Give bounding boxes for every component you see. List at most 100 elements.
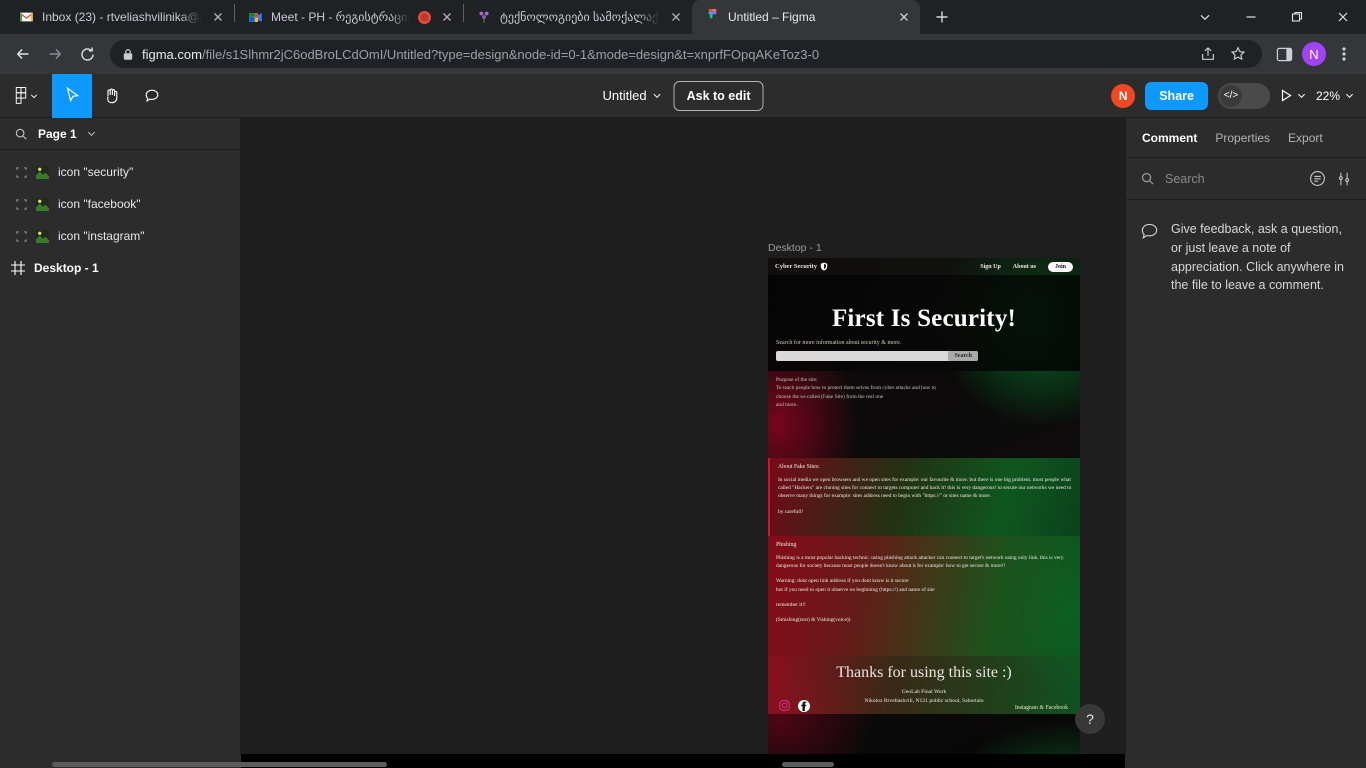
close-icon[interactable] bbox=[1320, 0, 1366, 34]
site-phishing-remember: remember it!! bbox=[776, 602, 806, 608]
chevron-down-icon bbox=[87, 129, 96, 138]
figma-canvas[interactable]: Desktop - 1 Cyber Security Sign Up About… bbox=[241, 118, 1125, 754]
filter-list-icon[interactable] bbox=[1309, 170, 1326, 187]
close-icon[interactable] bbox=[896, 9, 912, 25]
tab-properties[interactable]: Properties bbox=[1215, 131, 1270, 145]
scrollbar-thumb-right[interactable] bbox=[782, 762, 834, 767]
browser-tab-gmail[interactable]: Inbox (23) - rtveliashvilinika@gmail.com bbox=[6, 0, 234, 34]
site-thanks-heading: Thanks for using this site :) bbox=[836, 663, 1012, 681]
browser-tab-technologies[interactable]: ტექნოლოგიები სამოქალაქ bbox=[464, 0, 692, 34]
site-phishing-body: Phishing is a most popular hacking techn… bbox=[776, 554, 1064, 569]
share-button[interactable]: Share bbox=[1145, 81, 1208, 110]
figma-icon bbox=[704, 9, 720, 25]
search-icon[interactable] bbox=[14, 127, 28, 141]
page-selector[interactable]: Page 1 bbox=[0, 118, 240, 150]
chevron-down-icon bbox=[1345, 91, 1354, 100]
cursor-icon bbox=[65, 87, 80, 104]
tab-title: Untitled – Figma bbox=[728, 10, 816, 24]
browser-tab-meet[interactable]: Meet - PH - რეგისტრაცია bbox=[235, 0, 463, 34]
layers-panel: Page 1 icon "security" icon "facebook" i… bbox=[0, 118, 241, 754]
comment-tool-button[interactable] bbox=[132, 74, 172, 118]
sliders-icon[interactable] bbox=[1336, 171, 1352, 187]
site-phishing-title: Phishing bbox=[776, 541, 797, 548]
present-button[interactable] bbox=[1280, 89, 1306, 102]
tab-strip: Inbox (23) - rtveliashvilinika@gmail.com… bbox=[0, 0, 1366, 34]
horizontal-scrollbar[interactable] bbox=[0, 754, 1366, 768]
new-tab-button[interactable] bbox=[928, 3, 956, 31]
figma-menu-button[interactable] bbox=[0, 74, 52, 118]
comment-bubble-icon bbox=[1140, 222, 1159, 295]
share-icon[interactable] bbox=[1194, 40, 1222, 68]
artboard-desktop-1[interactable]: Cyber Security Sign Up About us Join Fir… bbox=[768, 258, 1080, 754]
file-name-label: Untitled bbox=[602, 88, 647, 103]
ask-to-edit-button[interactable]: Ask to edit bbox=[673, 80, 764, 111]
instagram-icon[interactable] bbox=[779, 700, 790, 711]
site-phishing-warning-line1: Warning: dont open link address if you d… bbox=[776, 578, 909, 585]
comment-search-input[interactable]: Search bbox=[1165, 172, 1299, 186]
layer-name: icon "instagram" bbox=[58, 229, 145, 243]
site-search-button[interactable]: Search bbox=[948, 351, 978, 361]
figma-file-name-button[interactable]: Untitled bbox=[603, 88, 662, 103]
layer-item-desktop-1[interactable]: Desktop - 1 bbox=[0, 252, 240, 284]
forward-arrow-icon[interactable] bbox=[40, 39, 70, 69]
facebook-icon[interactable] bbox=[798, 699, 810, 712]
close-icon[interactable] bbox=[210, 9, 226, 25]
minimize-icon[interactable] bbox=[1228, 0, 1274, 34]
code-brackets-icon: </> bbox=[1219, 84, 1242, 107]
scrollbar-thumb-left[interactable] bbox=[52, 762, 387, 767]
site-about-note: by carefull! bbox=[778, 508, 803, 515]
comment-empty-state: Give feedback, ask a question, or just l… bbox=[1126, 200, 1366, 295]
site-about-title: About Fake Sites: bbox=[778, 463, 820, 470]
layer-name: icon "security" bbox=[58, 165, 134, 179]
three-dot-menu-icon[interactable] bbox=[1330, 40, 1358, 68]
site-purpose-title: Purpose of the site: bbox=[776, 377, 818, 383]
tab-comment[interactable]: Comment bbox=[1142, 131, 1197, 145]
tab-title: Inbox (23) - rtveliashvilinika@gmail.com bbox=[42, 10, 202, 24]
dev-mode-toggle[interactable]: </> bbox=[1217, 82, 1270, 109]
close-icon[interactable] bbox=[668, 9, 684, 25]
frame-icon bbox=[11, 261, 25, 275]
move-tool-button[interactable] bbox=[52, 73, 92, 118]
layer-item-icon-security[interactable]: icon "security" bbox=[0, 156, 240, 188]
site-nav-link-aboutus[interactable]: About us bbox=[1013, 264, 1036, 270]
play-icon bbox=[1280, 89, 1292, 102]
chevron-down-icon[interactable] bbox=[1182, 0, 1228, 34]
address-bar[interactable]: figma.com/file/s1Slhmr2jC6odBroLCdOmI/Un… bbox=[110, 40, 1262, 68]
hand-tool-button[interactable] bbox=[92, 74, 132, 118]
frame-label[interactable]: Desktop - 1 bbox=[768, 242, 822, 254]
chevron-down-icon bbox=[30, 92, 38, 100]
figma-toolbar-right: N Share </> 22% bbox=[1111, 81, 1366, 110]
reload-icon[interactable] bbox=[72, 39, 102, 69]
zoom-level-button[interactable]: 22% bbox=[1316, 89, 1354, 103]
layer-name: icon "facebook" bbox=[58, 197, 141, 211]
site-footer-text: Instagram & Facebook bbox=[1014, 704, 1068, 711]
site-purpose-line3: and more.. bbox=[776, 402, 799, 409]
restore-icon[interactable] bbox=[1274, 0, 1320, 34]
scrollbar-right-gutter bbox=[1125, 754, 1366, 768]
layer-item-icon-facebook[interactable]: icon "facebook" bbox=[0, 188, 240, 220]
site-nav-link-signup[interactable]: Sign Up bbox=[980, 264, 1001, 270]
window-controls bbox=[1182, 0, 1366, 34]
site-search-input[interactable]: Search bbox=[776, 351, 978, 361]
site-brand[interactable]: Cyber Security bbox=[775, 262, 828, 271]
browser-tab-figma[interactable]: Untitled – Figma bbox=[692, 0, 920, 34]
url-text: figma.com/file/s1Slhmr2jC6odBroLCdOmI/Un… bbox=[142, 47, 819, 62]
url-domain: figma.com bbox=[142, 46, 202, 62]
layer-item-icon-instagram[interactable]: icon "instagram" bbox=[0, 220, 240, 252]
star-icon[interactable] bbox=[1224, 40, 1252, 68]
sidepanel-icon[interactable] bbox=[1270, 40, 1298, 68]
image-thumbnail-icon bbox=[36, 165, 49, 179]
google-meet-icon bbox=[247, 9, 263, 25]
chrome-profile-avatar[interactable]: N bbox=[1302, 42, 1326, 66]
figma-app: Untitled Ask to edit N Share </> 22% Pag… bbox=[0, 73, 1366, 768]
close-icon[interactable] bbox=[439, 9, 455, 25]
site-brand-label: Cyber Security bbox=[775, 263, 817, 270]
figma-user-avatar[interactable]: N bbox=[1111, 83, 1136, 108]
site-join-button[interactable]: Join bbox=[1047, 261, 1073, 272]
gmail-icon bbox=[18, 9, 34, 25]
back-arrow-icon[interactable] bbox=[8, 39, 38, 69]
image-thumbnail-icon bbox=[36, 197, 49, 211]
right-panel-tabs: Comment Properties Export bbox=[1126, 118, 1366, 158]
tab-export[interactable]: Export bbox=[1288, 131, 1323, 145]
help-button[interactable]: ? bbox=[1075, 704, 1105, 734]
